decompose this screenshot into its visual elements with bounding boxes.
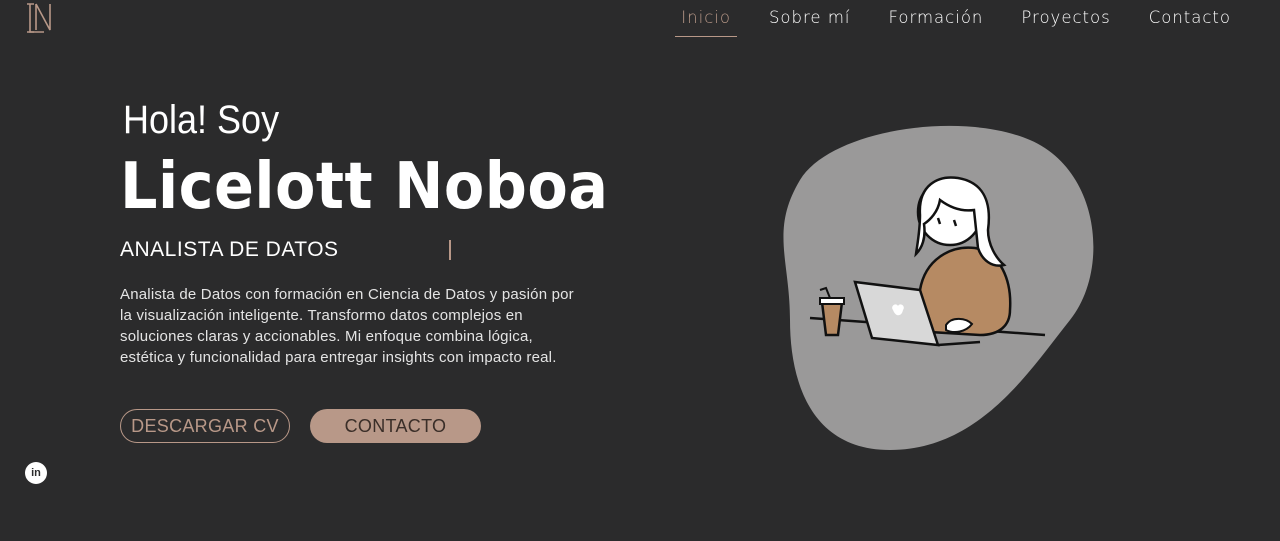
logo[interactable]: [24, 2, 58, 36]
main-nav: Inicio Sobre mí Formación Proyectos Cont…: [649, 6, 1237, 37]
nav-inicio[interactable]: Inicio: [675, 6, 737, 37]
linkedin-icon[interactable]: in: [25, 462, 47, 484]
nav-contacto[interactable]: Contacto: [1143, 6, 1237, 35]
hero-role: ANALISTA DE DATOS: [120, 238, 339, 261]
nav-proyectos[interactable]: Proyectos: [1015, 6, 1116, 35]
nav-formacion[interactable]: Formación: [882, 6, 989, 35]
hero-name: Licelott Noboa: [120, 150, 609, 224]
hero-description: Analista de Datos con formación en Cienc…: [120, 286, 574, 366]
greeting: Hola! Soy: [123, 98, 280, 142]
nav-sobre-mi[interactable]: Sobre mí: [763, 6, 857, 35]
download-cv-button[interactable]: DESCARGAR CV: [120, 409, 290, 443]
hero-illustration: [783, 125, 1094, 450]
typing-caret: [449, 240, 451, 260]
contact-button[interactable]: CONTACTO: [310, 409, 481, 443]
linkedin-icon-text: in: [31, 467, 41, 479]
